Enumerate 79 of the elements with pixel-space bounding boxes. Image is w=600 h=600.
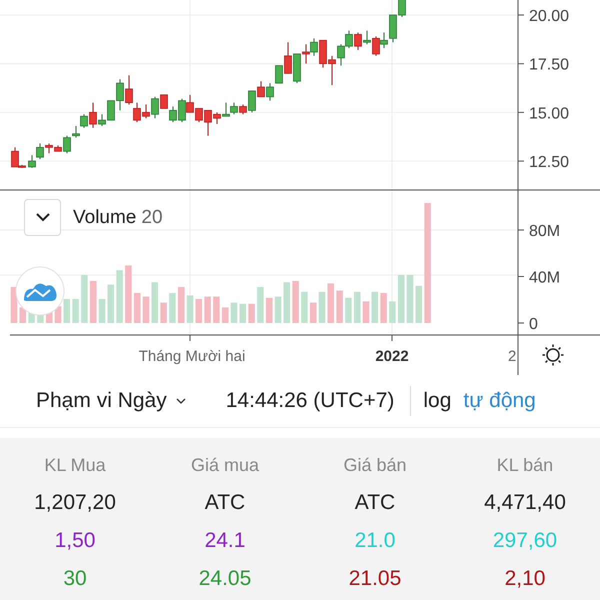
table-cell: 21.0 <box>354 529 396 553</box>
logo-icon[interactable] <box>16 266 64 316</box>
volume-bar <box>292 281 299 323</box>
table-cell: 2,10 <box>504 567 546 591</box>
column-header: KL Mua <box>44 454 106 476</box>
volume-bar <box>213 296 220 323</box>
indicator-name: Volume <box>73 206 136 228</box>
volume-bar <box>142 296 150 323</box>
volume-bar <box>328 283 334 323</box>
volume-axis-label: 80M <box>529 223 560 240</box>
volume-bar <box>134 293 140 323</box>
indicator-length: 20 <box>141 206 163 228</box>
clock-time: 14:44:26 (UTC+7) <box>226 389 394 413</box>
volume-bar <box>372 292 378 323</box>
volume-bar <box>266 298 272 323</box>
volume-bar <box>389 301 396 323</box>
chevron-down-icon <box>176 398 186 404</box>
volume-bar <box>240 304 246 323</box>
volume-bar <box>108 284 114 323</box>
table-cell: 21.05 <box>348 567 402 591</box>
range-dropdown[interactable]: Phạm vi Ngày <box>36 389 186 413</box>
time-axis-label: Tháng Mười hai <box>138 348 246 365</box>
volume-bar <box>248 304 255 323</box>
table-cell: 4,471,40 <box>484 491 566 515</box>
volume-bar <box>310 302 316 323</box>
volume-bar <box>222 307 228 323</box>
log-toggle[interactable]: log <box>423 389 460 413</box>
volume-bar <box>274 296 282 323</box>
volume-bar <box>301 292 308 323</box>
volume-bar <box>98 299 106 323</box>
volume-bar <box>230 302 238 323</box>
volume-bar <box>160 302 167 323</box>
table-cell: ATC <box>204 491 246 515</box>
sun-icon[interactable] <box>542 344 564 366</box>
volume-bar <box>196 299 202 323</box>
volume-bar <box>186 295 194 323</box>
table-cell: 24.05 <box>198 567 252 591</box>
price-axis-label: 20.00 <box>529 8 570 25</box>
table-cell: 1,50 <box>54 529 96 553</box>
volume-bar <box>318 292 326 323</box>
price-axis-label: 17.50 <box>529 56 570 74</box>
volume-bar <box>257 287 264 323</box>
volume-bar <box>64 299 70 323</box>
table-cell: 1,207,20 <box>34 491 116 515</box>
volume-bar <box>10 287 18 323</box>
volume-bar <box>125 265 132 323</box>
price-axis-label: 12.50 <box>529 154 570 172</box>
column-header: KL bán <box>496 454 554 476</box>
time-axis-label: 2 <box>508 348 516 365</box>
table-cell: 24.1 <box>204 529 246 553</box>
volume-bar <box>90 281 96 323</box>
volume-bar <box>345 298 352 323</box>
volume-bar <box>406 275 414 323</box>
volume-axis-label: 0 <box>529 316 538 333</box>
table-cell: 30 <box>63 567 87 591</box>
time-axis-label: 2022 <box>375 348 409 365</box>
volume-bar <box>416 286 422 323</box>
volume-bar <box>152 282 158 323</box>
volume-axis-label: 40M <box>529 270 560 286</box>
column-header: Giá mua <box>190 454 260 476</box>
volume-bar <box>116 270 123 323</box>
volume-bar <box>398 275 404 323</box>
volume-bar <box>354 292 360 323</box>
column-header: Giá bán <box>343 454 407 476</box>
volume-bar <box>380 293 387 323</box>
volume-bar <box>336 290 343 323</box>
volume-bar <box>81 275 88 323</box>
table-cell: 297,60 <box>492 529 558 553</box>
price-axis-label: 15.00 <box>529 105 570 122</box>
collapse-button[interactable] <box>24 199 61 236</box>
volume-bar <box>284 282 290 323</box>
volume-bar <box>204 296 211 323</box>
volume-bar <box>72 299 79 323</box>
table-cell: ATC <box>354 491 396 515</box>
volume-bar <box>169 293 176 323</box>
auto-toggle[interactable]: tự động <box>463 389 544 413</box>
volume-bar <box>178 287 184 323</box>
volume-bar <box>362 301 370 323</box>
chevron-down-icon <box>36 213 50 222</box>
